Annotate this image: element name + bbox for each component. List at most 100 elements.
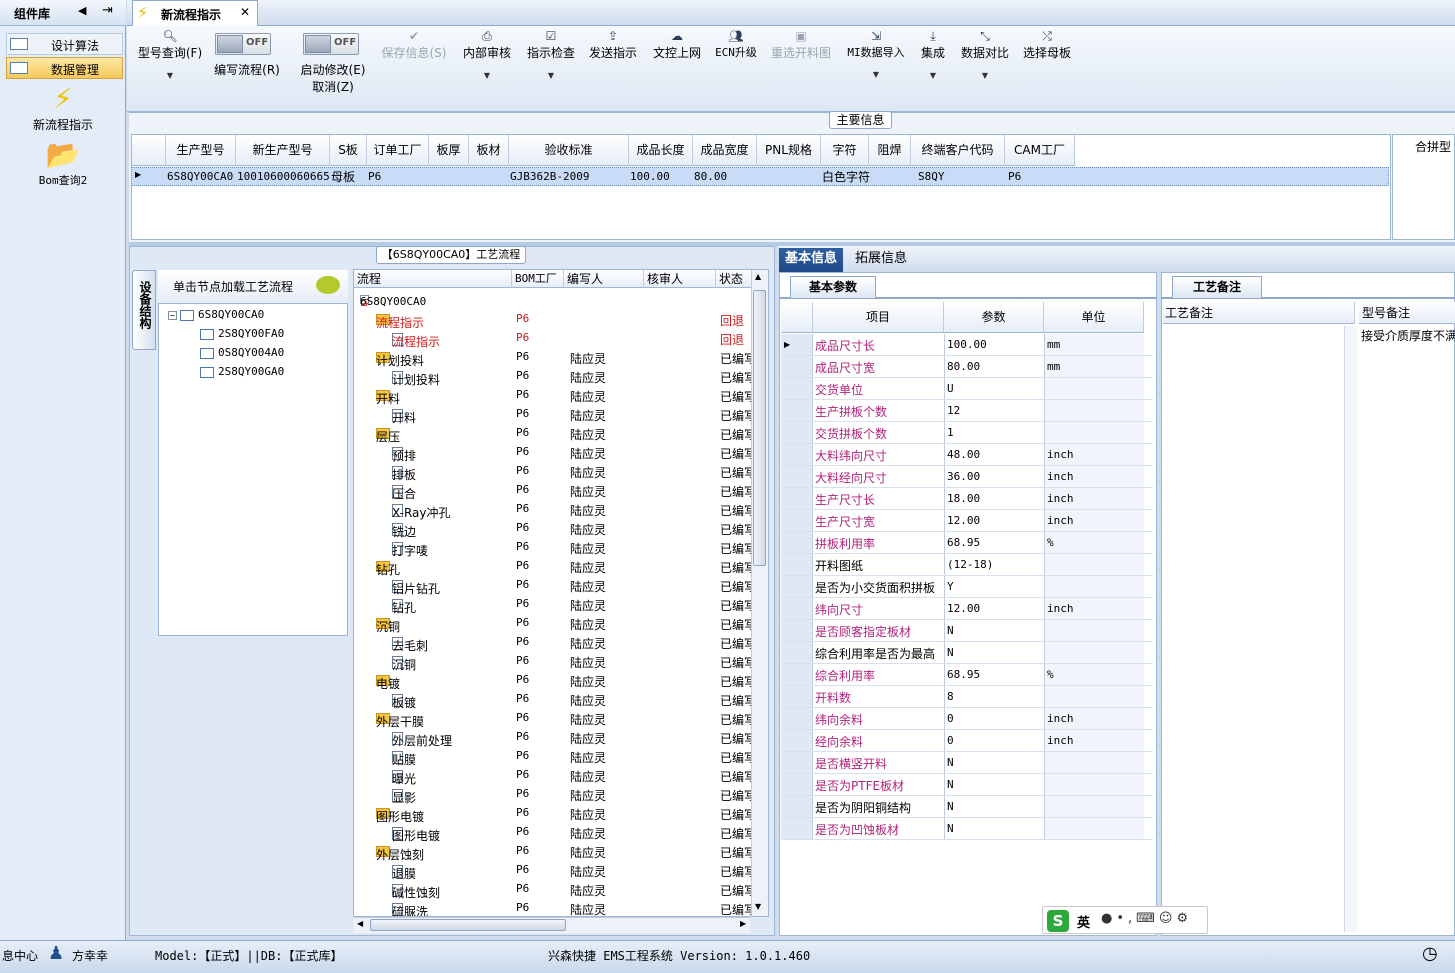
param-unit[interactable]: [1044, 620, 1144, 641]
flow-row[interactable]: X-Ray冲孔 P6 陆应灵 已编写: [354, 500, 768, 520]
flow-row[interactable]: 板镀 P6 陆应灵 已编写: [354, 690, 768, 710]
param-value[interactable]: 68.95: [944, 664, 1044, 685]
shortcut-new-flow[interactable]: ⚡ 新流程指示: [13, 82, 113, 133]
cell[interactable]: 母板: [329, 168, 366, 186]
param-row[interactable]: 是否为小交货面积拼板 Y: [781, 576, 1153, 598]
param-unit[interactable]: [1044, 818, 1144, 839]
scroll-up-icon[interactable]: ▲: [755, 272, 761, 281]
column-header[interactable]: 成品长度: [629, 135, 693, 166]
column-header[interactable]: 新生产型号: [236, 135, 330, 166]
speech-bubble-icon[interactable]: [316, 276, 340, 294]
param-row[interactable]: 是否为PTFE板材 N: [781, 774, 1153, 796]
select-mother-button[interactable]: ⤮ 选择母板: [1019, 28, 1075, 61]
param-row[interactable]: 大料经向尺寸 36.00 inch: [781, 466, 1153, 488]
nav-item-data-management[interactable]: 数据管理: [6, 57, 123, 79]
column-header[interactable]: 板材: [469, 135, 509, 166]
nav-item-design-algorithm[interactable]: 设计算法: [6, 33, 123, 55]
param-unit[interactable]: [1044, 378, 1144, 399]
mi-import-button[interactable]: ⇲ MI数据导入 ▼: [843, 28, 909, 79]
column-header[interactable]: 流程: [354, 270, 512, 288]
internal-review-button[interactable]: ⎙ 内部审核 ▼: [459, 28, 515, 80]
param-value[interactable]: (12-18): [944, 554, 1044, 575]
row-selector[interactable]: [781, 444, 813, 465]
column-header[interactable]: S板: [330, 135, 367, 166]
row-selector[interactable]: [781, 576, 813, 597]
save-info-button[interactable]: ✔ 保存信息(S): [379, 28, 449, 61]
row-selector[interactable]: [781, 378, 813, 399]
flow-row[interactable]: 去毛刺 P6 陆应灵 已编写: [354, 633, 768, 653]
param-row[interactable]: 经向余料 0 inch: [781, 730, 1153, 752]
model-query-button[interactable]: 🔍︎ 型号查询(F) ▼: [135, 28, 205, 80]
ime-toolbar[interactable]: S 英 ●•,⌨☺⚙: [1042, 906, 1208, 934]
chevron-down-icon[interactable]: ▼: [957, 71, 1013, 80]
model-note-value[interactable]: 接受介质厚度不满: [1361, 327, 1455, 345]
row-selector[interactable]: [781, 554, 813, 575]
param-unit[interactable]: [1044, 796, 1144, 817]
cell[interactable]: 白色字符: [820, 168, 880, 186]
column-header[interactable]: 编写人: [564, 270, 644, 288]
flow-row[interactable]: −钻孔P6陆应灵已编写: [354, 557, 768, 577]
chevron-down-icon[interactable]: ▼: [915, 71, 951, 80]
tree-node-root[interactable]: − 6S8QY00CA0: [168, 308, 264, 321]
column-header[interactable]: CAM工厂: [1005, 135, 1075, 166]
flow-row[interactable]: 铝片钻孔 P6 陆应灵 已编写: [354, 576, 768, 596]
flow-row[interactable]: 外层前处理 P6 陆应灵 已编写: [354, 728, 768, 748]
column-header[interactable]: PNL规格: [757, 135, 821, 166]
flow-row[interactable]: 图形电镀 P6 陆应灵 已编写: [354, 823, 768, 843]
scroll-left-icon[interactable]: ◀: [357, 919, 363, 928]
param-unit[interactable]: inch: [1044, 730, 1144, 751]
reselect-cut-chart-button[interactable]: ▣ 重选开料图: [769, 28, 833, 61]
flow-row[interactable]: −流程指示P6回退: [354, 310, 768, 330]
data-compare-button[interactable]: ⤡ 数据对比 ▼: [957, 28, 1013, 80]
param-value[interactable]: N: [944, 642, 1044, 663]
param-row[interactable]: 生产尺寸长 18.00 inch: [781, 488, 1153, 510]
notes-scrollbar[interactable]: [1344, 326, 1357, 932]
column-header[interactable]: 项目: [813, 302, 944, 333]
close-icon[interactable]: ✕: [240, 5, 250, 19]
param-row[interactable]: 综合利用率 68.95%: [781, 664, 1153, 686]
column-header[interactable]: 字符: [821, 135, 869, 166]
row-selector[interactable]: [781, 400, 813, 421]
param-row[interactable]: 开料图纸 (12-18): [781, 554, 1153, 576]
row-selector[interactable]: [781, 686, 813, 707]
collapse-icon[interactable]: −: [168, 310, 177, 320]
cell[interactable]: 6S8QY00CA0: [165, 168, 235, 186]
cancel-button[interactable]: 取消(Z): [293, 78, 373, 95]
param-unit[interactable]: %: [1044, 532, 1144, 553]
chevron-down-icon[interactable]: ▼: [135, 71, 205, 80]
column-header[interactable]: 板厚: [429, 135, 469, 166]
chevron-down-icon[interactable]: ▼: [523, 71, 579, 80]
row-selector[interactable]: [781, 356, 813, 377]
param-unit[interactable]: %: [1044, 664, 1144, 685]
row-selector[interactable]: [781, 488, 813, 509]
cell[interactable]: S8QY: [916, 168, 1006, 186]
param-unit[interactable]: [1044, 400, 1144, 421]
row-selector[interactable]: [781, 752, 813, 773]
param-row[interactable]: 成品尺寸长 100.00 mm: [781, 334, 1153, 356]
param-row[interactable]: 拼板利用率 68.95%: [781, 532, 1153, 554]
param-unit[interactable]: inch: [1044, 444, 1144, 465]
param-row[interactable]: 综合利用率是否为最高 N: [781, 642, 1153, 664]
column-header[interactable]: 生产型号: [166, 135, 236, 166]
tab-process-notes[interactable]: 工艺备注: [1172, 276, 1262, 298]
chevron-down-icon[interactable]: ▼: [459, 71, 515, 80]
tab-basic-params[interactable]: 基本参数: [790, 276, 876, 298]
param-row[interactable]: 开料数 8: [781, 686, 1153, 708]
flow-row[interactable]: 退膜 P6 陆应灵 已编写: [354, 861, 768, 881]
cell[interactable]: GJB362B-2009: [508, 168, 628, 186]
param-value[interactable]: 0: [944, 730, 1044, 751]
cell[interactable]: 80.00: [692, 168, 756, 186]
flow-row[interactable]: 钻孔 P6 陆应灵 已编写: [354, 595, 768, 615]
row-selector[interactable]: [781, 796, 813, 817]
flow-row[interactable]: 排板 P6 陆应灵 已编写: [354, 462, 768, 482]
param-unit[interactable]: mm: [1044, 356, 1144, 377]
flow-row[interactable]: 沉铜 P6 陆应灵 已编写: [354, 652, 768, 672]
param-unit[interactable]: [1044, 554, 1144, 575]
scroll-thumb[interactable]: [753, 290, 766, 566]
row-selector[interactable]: [781, 532, 813, 553]
row-selector[interactable]: [781, 598, 813, 619]
flow-row[interactable]: 曝光 P6 陆应灵 已编写: [354, 766, 768, 786]
flow-row[interactable]: −图形电镀P6陆应灵已编写: [354, 804, 768, 824]
flow-row[interactable]: −电镀P6陆应灵已编写: [354, 671, 768, 691]
column-header[interactable]: 状态: [716, 270, 756, 288]
